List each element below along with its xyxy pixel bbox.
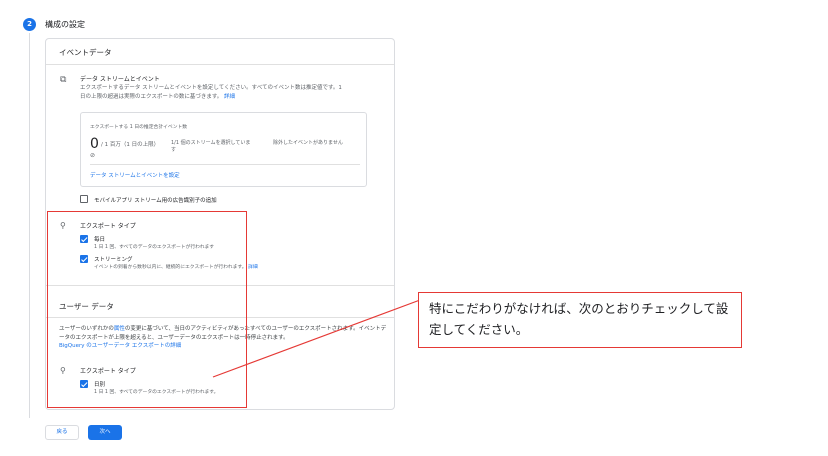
annotation-callout: 特にこだわりがなければ、次のとおりチェックして設定してください。 [418,292,742,348]
mobile-ad-id-checkbox[interactable] [80,195,88,203]
event-data-heading: イベントデータ [59,48,112,57]
data-stream-description: エクスポートするデータ ストリームとイベントを設定してください。すべてのイベント… [80,84,342,101]
streaming-detail-link[interactable]: 詳細 [248,265,258,270]
configure-streams-link[interactable]: データ ストリームとイベントを設定 [90,171,180,179]
step-title: 構成の設定 [45,20,85,29]
limit-label: エクスポートする 1 日の推定合計イベント数 [90,125,188,130]
next-button[interactable]: 次へ [88,425,122,440]
help-icon[interactable]: ⊘ [90,152,95,159]
back-button[interactable]: 戻る [45,425,79,440]
limit-divider [90,164,360,165]
limit-excluded-note: 除外したイベントがありません [273,140,343,146]
data-stream-detail-link[interactable]: 詳細 [224,94,235,100]
divider [46,64,394,65]
mobile-ad-id-label: モバイルアプリ ストリーム用の広告識別子の追加 [94,198,217,204]
limit-stream-note: 1/1 個のストリームを選択しています [171,140,251,153]
limit-unit: / 1 百万（1 日の上限） [101,142,160,148]
step-number-badge: 2 [23,18,36,31]
step-connector-line [29,33,30,418]
data-stream-icon: ⧉ [60,75,67,85]
event-limit-box: エクスポートする 1 日の推定合計イベント数 0 / 1 百万（1 日の上限） … [80,112,367,187]
highlight-box [47,211,247,408]
data-stream-title: データ ストリームとイベント [80,76,160,83]
data-stream-desc-text: エクスポートするデータ ストリームとイベントを設定してください。すべてのイベント… [80,85,342,100]
limit-value: 0 [90,136,99,152]
